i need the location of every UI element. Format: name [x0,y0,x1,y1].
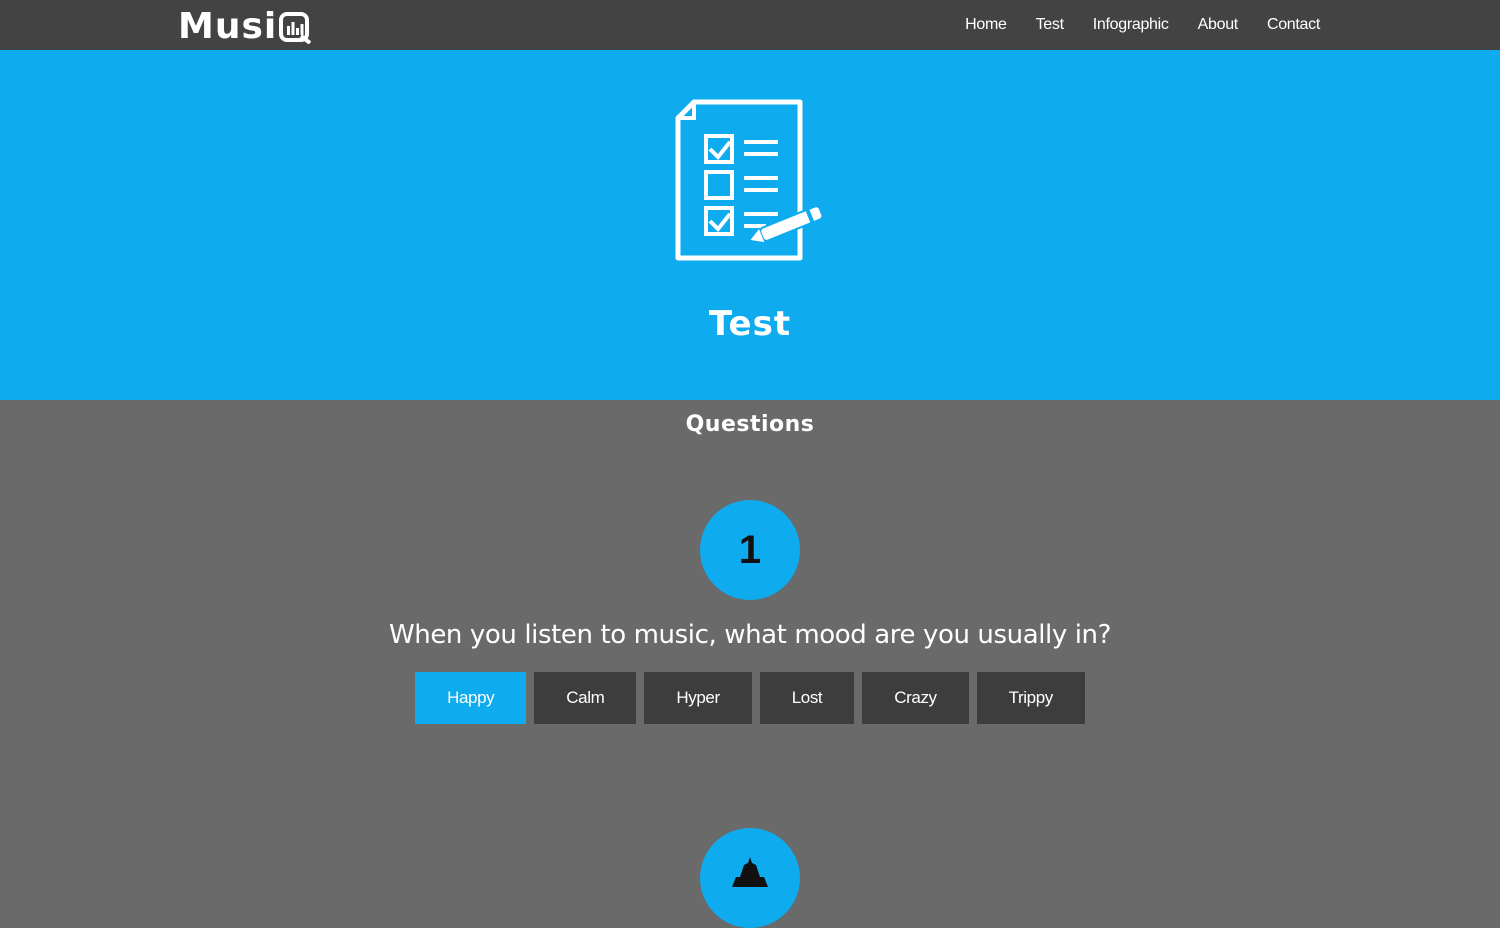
option-lost-button[interactable]: Lost [759,672,855,724]
option-trippy-button[interactable]: Trippy [976,672,1085,724]
question-two-badge [700,828,800,928]
checklist-clipboard-icon [668,98,830,264]
top-navbar: Musi Home Test Infographic About Contact [0,0,1500,50]
question-two-icon [726,853,774,893]
hero-banner: Test [0,50,1500,400]
question-number: 1 [738,528,762,572]
nav-item-test[interactable]: Test [1036,16,1064,34]
nav-item-home[interactable]: Home [965,16,1007,34]
nav-menu: Home Test Infographic About Contact [936,0,1320,50]
questions-heading: Questions [685,412,815,437]
option-calm-button[interactable]: Calm [534,672,637,724]
option-crazy-button[interactable]: Crazy [862,672,969,724]
question-number-badge: 1 [700,500,800,600]
option-hyper-button[interactable]: Hyper [644,672,752,724]
logo-text: Musi [178,6,278,47]
nav-item-infographic[interactable]: Infographic [1093,16,1169,34]
question-text: When you listen to music, what mood are … [388,620,1112,650]
nav-item-contact[interactable]: Contact [1267,16,1320,34]
nav-item-about[interactable]: About [1198,16,1239,34]
answer-options: Happy Calm Hyper Lost Crazy Trippy [0,672,1500,724]
logo-q-icon [279,12,312,45]
option-happy-button[interactable]: Happy [415,672,527,724]
page-title: Test [708,304,792,344]
brand-logo[interactable]: Musi [178,6,312,47]
